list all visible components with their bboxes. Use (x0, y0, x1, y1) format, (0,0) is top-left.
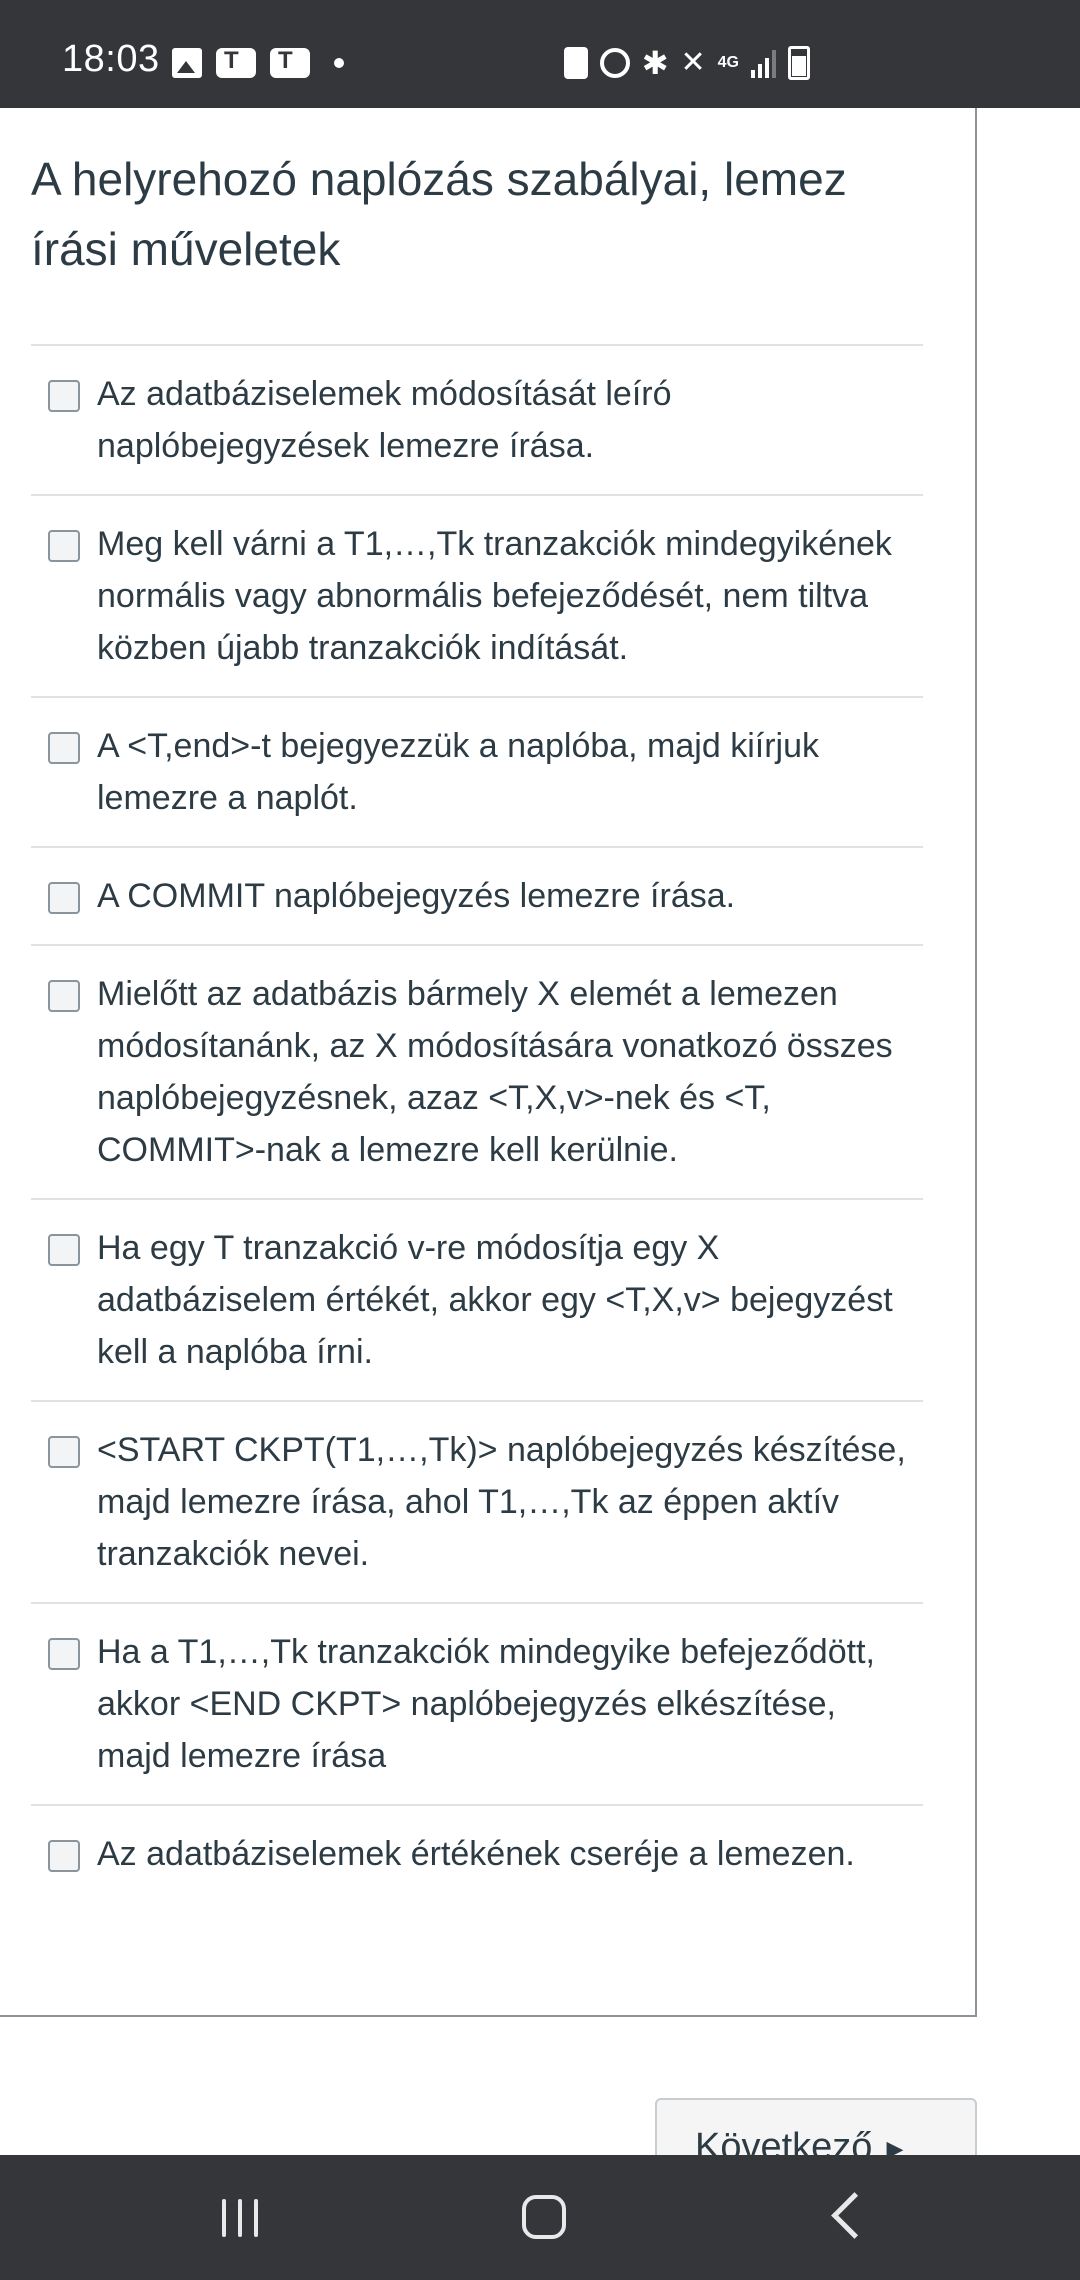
answer-option[interactable]: Ha egy T tranzakció v-re módosítja egy X… (31, 1198, 923, 1400)
bluetooth-icon: ✱ (641, 45, 669, 81)
answer-option[interactable]: Meg kell várni a T1,…,Tk tranzakciók min… (31, 494, 923, 696)
back-icon[interactable] (831, 2192, 878, 2239)
answer-label[interactable]: <START CKPT(T1,…,Tk)> naplóbejegyzés kés… (97, 1424, 913, 1580)
status-bar: 18:03 ✱ ✕ 4G (0, 0, 1080, 108)
answer-option[interactable]: A COMMIT naplóbejegyzés lemezre írása. (31, 846, 923, 944)
battery-icon (788, 46, 810, 80)
answer-label[interactable]: A <T,end>-t bejegyezzük a naplóba, majd … (97, 720, 913, 824)
answer-option[interactable]: <START CKPT(T1,…,Tk)> naplóbejegyzés kés… (31, 1400, 923, 1602)
answer-checkbox[interactable] (48, 1234, 80, 1266)
recents-icon[interactable] (222, 2199, 258, 2237)
answer-label[interactable]: Mielőtt az adatbázis bármely X elemét a … (97, 968, 913, 1176)
answer-label[interactable]: A COMMIT naplóbejegyzés lemezre írása. (97, 870, 913, 922)
network-4g-icon: 4G (717, 54, 739, 71)
question-title: A helyrehozó naplózás szabályai, lemez í… (31, 153, 847, 275)
answer-option[interactable]: Mielőtt az adatbázis bármely X elemét a … (31, 944, 923, 1198)
mute-icon: ✕ (680, 46, 706, 79)
answer-checkbox[interactable] (48, 980, 80, 1012)
answer-checkbox[interactable] (48, 1638, 80, 1670)
answer-option[interactable]: Az adatbáziselemek módosítását leíró nap… (31, 344, 923, 494)
answer-option[interactable]: Ha a T1,…,Tk tranzakciók mindegyike befe… (31, 1602, 923, 1804)
battery-saver-icon (563, 47, 588, 79)
photo-icon (172, 48, 202, 78)
answer-checkbox[interactable] (48, 882, 80, 914)
home-icon[interactable] (522, 2195, 566, 2239)
answer-label[interactable]: Meg kell várni a T1,…,Tk tranzakciók min… (97, 518, 913, 674)
alarm-icon (599, 48, 630, 78)
answer-checkbox[interactable] (48, 530, 80, 562)
answer-label[interactable]: Az adatbáziselemek módosítását leíró nap… (97, 368, 913, 472)
answer-label[interactable]: Ha a T1,…,Tk tranzakciók mindegyike befe… (97, 1626, 913, 1782)
signal-icon (751, 48, 776, 78)
answer-checkbox[interactable] (48, 732, 80, 764)
system-icons: ✱ ✕ 4G (563, 45, 810, 81)
answer-label[interactable]: Ha egy T tranzakció v-re módosítja egy X… (97, 1222, 913, 1378)
teams-icon (270, 47, 310, 78)
question-card: A helyrehozó naplózás szabályai, lemez í… (0, 108, 977, 2017)
answer-option[interactable]: Az adatbáziselemek értékének cseréje a l… (31, 1804, 923, 1902)
answer-option[interactable]: A <T,end>-t bejegyezzük a naplóba, majd … (31, 696, 923, 846)
answer-checkbox[interactable] (48, 380, 80, 412)
status-time: 18:03 (62, 38, 160, 80)
navigation-bar (0, 2155, 1080, 2280)
answer-list: Az adatbáziselemek módosítását leíró nap… (31, 344, 923, 1902)
answer-checkbox[interactable] (48, 1436, 80, 1468)
answer-label[interactable]: Az adatbáziselemek értékének cseréje a l… (97, 1828, 913, 1880)
notification-icons (172, 47, 344, 78)
teams-icon (216, 47, 256, 78)
notification-dot-icon (334, 58, 344, 68)
answer-checkbox[interactable] (48, 1840, 80, 1872)
